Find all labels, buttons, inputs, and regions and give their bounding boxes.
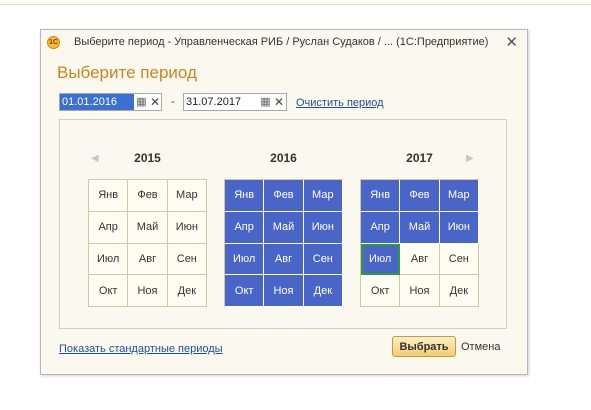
period-dialog: 1С Выберите период - Управленческая РИБ … [40,29,528,375]
year-label-2017: 2017 [406,151,433,165]
top-divider [0,4,591,5]
month-cell[interactable]: Июл [89,243,129,276]
window-title: Выберите период - Управленческая РИБ / Р… [74,36,489,48]
month-cell[interactable]: Авг [128,243,168,276]
month-cell[interactable]: Ноя [264,275,304,307]
show-standard-periods-link[interactable]: Показать стандартные периоды [59,343,223,355]
cancel-button[interactable]: Отмена [461,336,500,357]
month-cell[interactable]: Окт [89,275,129,307]
month-cell[interactable]: Май [400,211,440,244]
month-cell[interactable]: Мар [167,180,207,212]
month-cell[interactable]: Дек [303,275,343,307]
month-cell[interactable]: Авг [264,243,304,276]
month-grid-2015: Янв Фев Мар Апр Май Июн Июл Авг Сен Окт Ноя Дек [88,179,207,307]
month-cell[interactable]: Янв [89,180,129,212]
app-logo-icon: 1С [47,36,60,49]
month-cell[interactable]: Фев [264,180,304,212]
month-cell[interactable]: Июл [361,243,401,276]
dialog-heading: Выберите период [57,63,197,82]
calendar-icon[interactable]: ▦ [259,95,272,109]
month-cell[interactable]: Авг [400,243,440,276]
month-cell[interactable]: Июн [167,211,207,244]
end-date-field[interactable]: ▦ ✕ [183,93,287,111]
month-cell[interactable]: Фев [128,180,168,212]
end-date-input[interactable] [184,94,258,110]
month-cell[interactable]: Окт [361,275,401,307]
calendar-panel: ◀ ▶ 2015 2016 2017 Янв Фев Мар Апр Май Июн Июл… [59,119,507,329]
clear-period-link[interactable]: Очистить период [296,97,384,109]
month-cell[interactable]: Апр [89,211,129,244]
month-cell[interactable]: Янв [361,180,401,212]
choose-button[interactable]: Выбрать [392,336,456,357]
clear-icon[interactable]: ✕ [149,95,161,109]
month-cell[interactable]: Ноя [400,275,440,307]
month-cell[interactable]: Фев [400,180,440,212]
month-cell[interactable]: Окт [225,275,265,307]
month-cell[interactable]: Май [128,211,168,244]
year-label-2016: 2016 [270,151,297,165]
month-cell[interactable]: Мар [303,180,343,212]
month-cell[interactable]: Янв [225,180,265,212]
month-cell[interactable]: Апр [361,211,401,244]
month-cell[interactable]: Ноя [128,275,168,307]
month-cell[interactable]: Июн [439,211,479,244]
close-icon[interactable]: ✕ [505,33,518,51]
month-cell[interactable]: Май [264,211,304,244]
start-date-field[interactable]: ▦ ✕ [59,93,162,111]
start-date-input[interactable] [60,94,134,110]
month-cell[interactable]: Сен [439,243,479,276]
month-cell[interactable]: Июн [303,211,343,244]
month-grid-2017: Янв Фев Мар Апр Май Июн Июл Авг Сен Окт Ноя Дек [360,179,479,307]
year-label-2015: 2015 [134,151,161,165]
month-cell[interactable]: Дек [439,275,479,307]
period-dash: - [171,96,175,108]
month-cell[interactable]: Дек [167,275,207,307]
calendar-icon[interactable]: ▦ [135,95,148,109]
month-grid-2016: Янв Фев Мар Апр Май Июн Июл Авг Сен Окт Ноя Дек [224,179,343,307]
month-cell[interactable]: Июл [225,243,265,276]
month-cell[interactable]: Сен [167,243,207,276]
month-cell[interactable]: Сен [303,243,343,276]
clear-icon[interactable]: ✕ [273,95,285,109]
month-cell[interactable]: Апр [225,211,265,244]
month-cell[interactable]: Мар [439,180,479,212]
title-bar: 1С Выберите период - Управленческая РИБ … [41,30,527,55]
